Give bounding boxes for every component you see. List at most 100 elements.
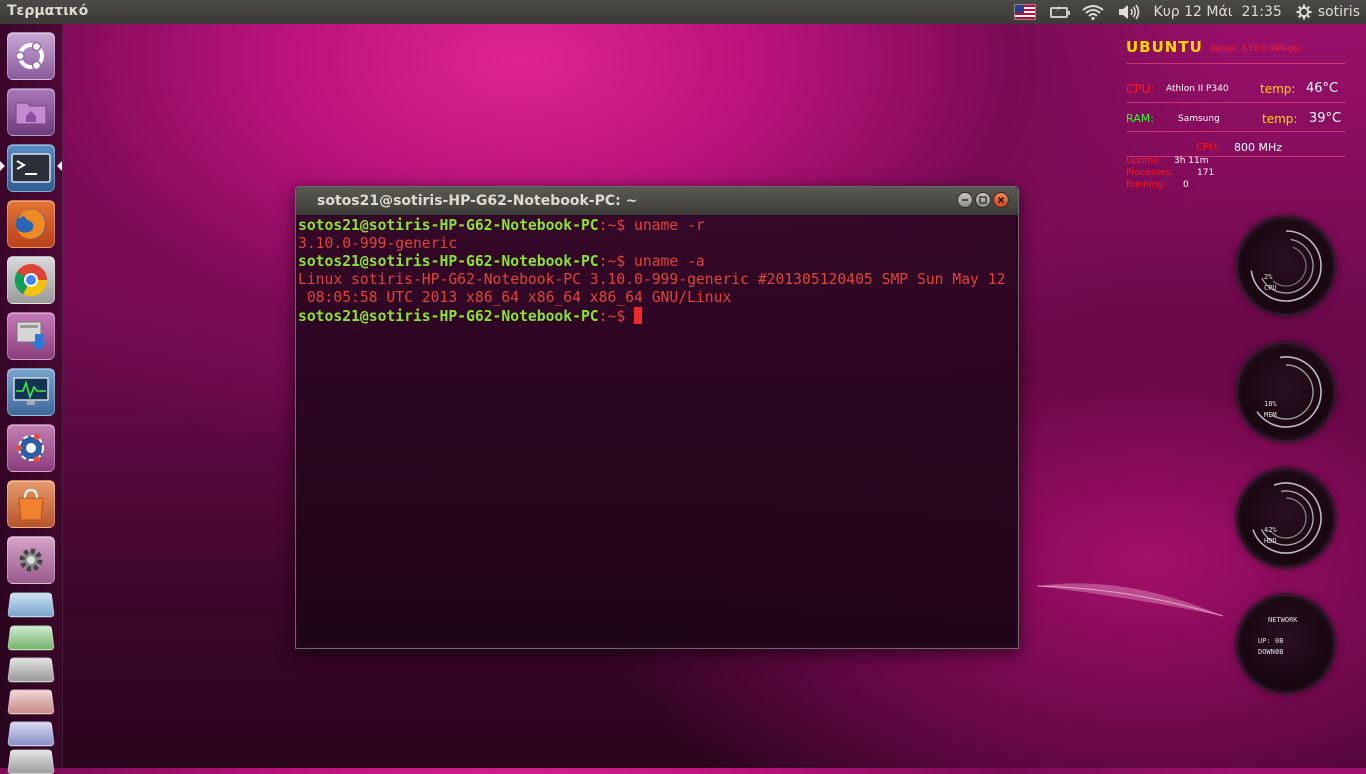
volume-icon [1118,4,1139,20]
chrome-icon [14,264,48,297]
uptime-value: 3h 11m [1174,156,1209,166]
launcher-system-settings[interactable] [7,536,55,584]
uptime-label: Uptime: [1126,156,1162,166]
mem-gauge-label: MEM [1264,411,1277,419]
minimize-button[interactable] [957,192,973,208]
command-text: uname -a [634,253,705,270]
hdd-gauge: 42% HDD [1238,470,1334,566]
network-gauge: NETWORK UP: 0B DOWN: 0B [1238,596,1334,692]
hdd-gauge-label: HDD [1264,537,1277,545]
cpu-gauge-label: CPU [1264,284,1277,292]
terminal-line: sotos21@sotiris-HP-G62-Notebook-PC:~$ un… [298,253,1016,271]
hdd-gauge-value: 42% [1264,526,1277,534]
tweak-gear-icon [16,434,44,462]
freq-value: 800 MHz [1234,141,1283,154]
wifi-icon [1081,5,1104,20]
gear-icon [1296,4,1312,20]
terminal-line: 3.10.0-999-generic [298,235,458,252]
cpu-gauge: 2% CPU [1238,218,1334,314]
launcher-libreoffice-calc[interactable] [7,625,55,651]
prompt-user: sotos21@sotiris-HP-G62-Notebook-PC [298,308,599,325]
window-controls [955,192,1009,208]
network-down-value: 0B [1275,648,1284,656]
launcher [0,24,63,774]
prompt-user: sotos21@sotiris-HP-G62-Notebook-PC [298,217,599,234]
launcher-software-center[interactable] [7,480,55,528]
launcher-dash-button[interactable] [7,32,55,80]
launcher-home-folder[interactable] [7,88,55,136]
wallpaper-feather [1036,583,1224,617]
prompt-path: :~$ [598,308,635,325]
user-name-label: sotiris [1317,4,1360,20]
minimize-icon [962,199,968,201]
monitor-icon [13,377,49,405]
launcher-software-updater[interactable] [7,312,55,360]
freq-label: CPU: [1196,142,1220,153]
maximize-icon [979,196,987,204]
terminal-line: sotos21@sotiris-HP-G62-Notebook-PC:~$ un… [298,217,1016,235]
running-label: Running: [1126,180,1166,190]
terminal-line: sotos21@sotiris-HP-G62-Notebook-PC:~$ [298,307,1016,325]
keyboard-layout-indicator[interactable] [1013,0,1036,24]
launcher-libreoffice-impress[interactable] [7,689,55,715]
launcher-terminal[interactable] [7,144,55,192]
divider [1126,102,1346,103]
firefox-icon [16,209,46,239]
cpu-temp-label: temp: [1260,82,1296,96]
mem-gauge-rings [1250,356,1322,428]
sound-indicator[interactable] [1118,0,1140,24]
launcher-libreoffice-writer[interactable] [7,592,55,618]
prompt-path: :~$ [598,217,635,234]
time-label: 21:35 [1241,4,1282,20]
close-icon [997,196,1005,204]
launcher-libreoffice-draw[interactable] [7,721,55,747]
update-icon [16,321,47,351]
divider [1126,131,1346,132]
terminal-window: sotos21@sotiris-HP-G62-Notebook-PC: ~ so… [295,186,1019,649]
hdd-gauge-rings [1250,482,1322,554]
battery-indicator[interactable] [1049,0,1070,24]
terminal-line: 08:05:58 UTC 2013 x86_64 x86_64 x86_64 G… [298,289,732,306]
ram-temp-value: 39°C [1309,111,1342,126]
clock-indicator[interactable]: Κυρ 12 Μάι 21:35 [1154,0,1282,24]
os-name: UBUNTU [1126,38,1203,56]
processes-label: Processes: [1126,168,1174,178]
ubuntu-logo-icon [15,41,44,71]
indicator-area: Κυρ 12 Μάι 21:35 sotiris [1000,0,1360,24]
terminal-title: sotos21@sotiris-HP-G62-Notebook-PC: ~ [317,193,638,209]
close-button[interactable] [993,192,1009,208]
mem-gauge-value: 18% [1264,400,1277,408]
cpu-gauge-rings [1250,230,1322,302]
command-text: uname -r [634,217,705,234]
divider [1126,63,1346,64]
network-indicator[interactable] [1081,0,1104,24]
kernel-version: Kernel: 3.10.0-999-gen [1211,44,1303,53]
ram-label: RAM: [1126,112,1154,125]
launcher-focus-indicator [57,161,62,171]
shopping-bag-icon [18,488,44,521]
network-title: NETWORK [1268,616,1298,624]
ram-model: Samsung [1178,114,1220,124]
launcher-firefox[interactable] [7,200,55,248]
launcher-chrome[interactable] [7,256,55,304]
maximize-button[interactable] [975,192,991,208]
terminal-titlebar[interactable]: sotos21@sotiris-HP-G62-Notebook-PC: ~ [296,187,1018,215]
launcher-libreoffice-base[interactable] [7,749,55,774]
ram-temp-label: temp: [1262,112,1298,126]
top-panel: Τερματικό Κυρ 12 Μάι [0,0,1366,24]
settings-gear-icon [19,548,43,572]
battery-icon [1049,5,1070,18]
cpu-label: CPU: [1126,82,1155,96]
prompt-user: sotos21@sotiris-HP-G62-Notebook-PC [298,253,599,270]
terminal-content[interactable]: sotos21@sotiris-HP-G62-Notebook-PC:~$ un… [298,216,1016,646]
running-value: 0 [1183,180,1189,190]
network-up-value: 0B [1275,637,1284,645]
processes-value: 171 [1197,168,1215,178]
session-indicator[interactable]: sotiris [1296,0,1360,24]
terminal-icon [11,153,51,183]
launcher-disks[interactable] [7,657,55,683]
launcher-ubuntu-tweak[interactable] [7,424,55,472]
launcher-system-monitor[interactable] [7,368,55,416]
mem-gauge: 18% MEM [1238,344,1334,440]
launcher-running-indicator [0,161,5,171]
